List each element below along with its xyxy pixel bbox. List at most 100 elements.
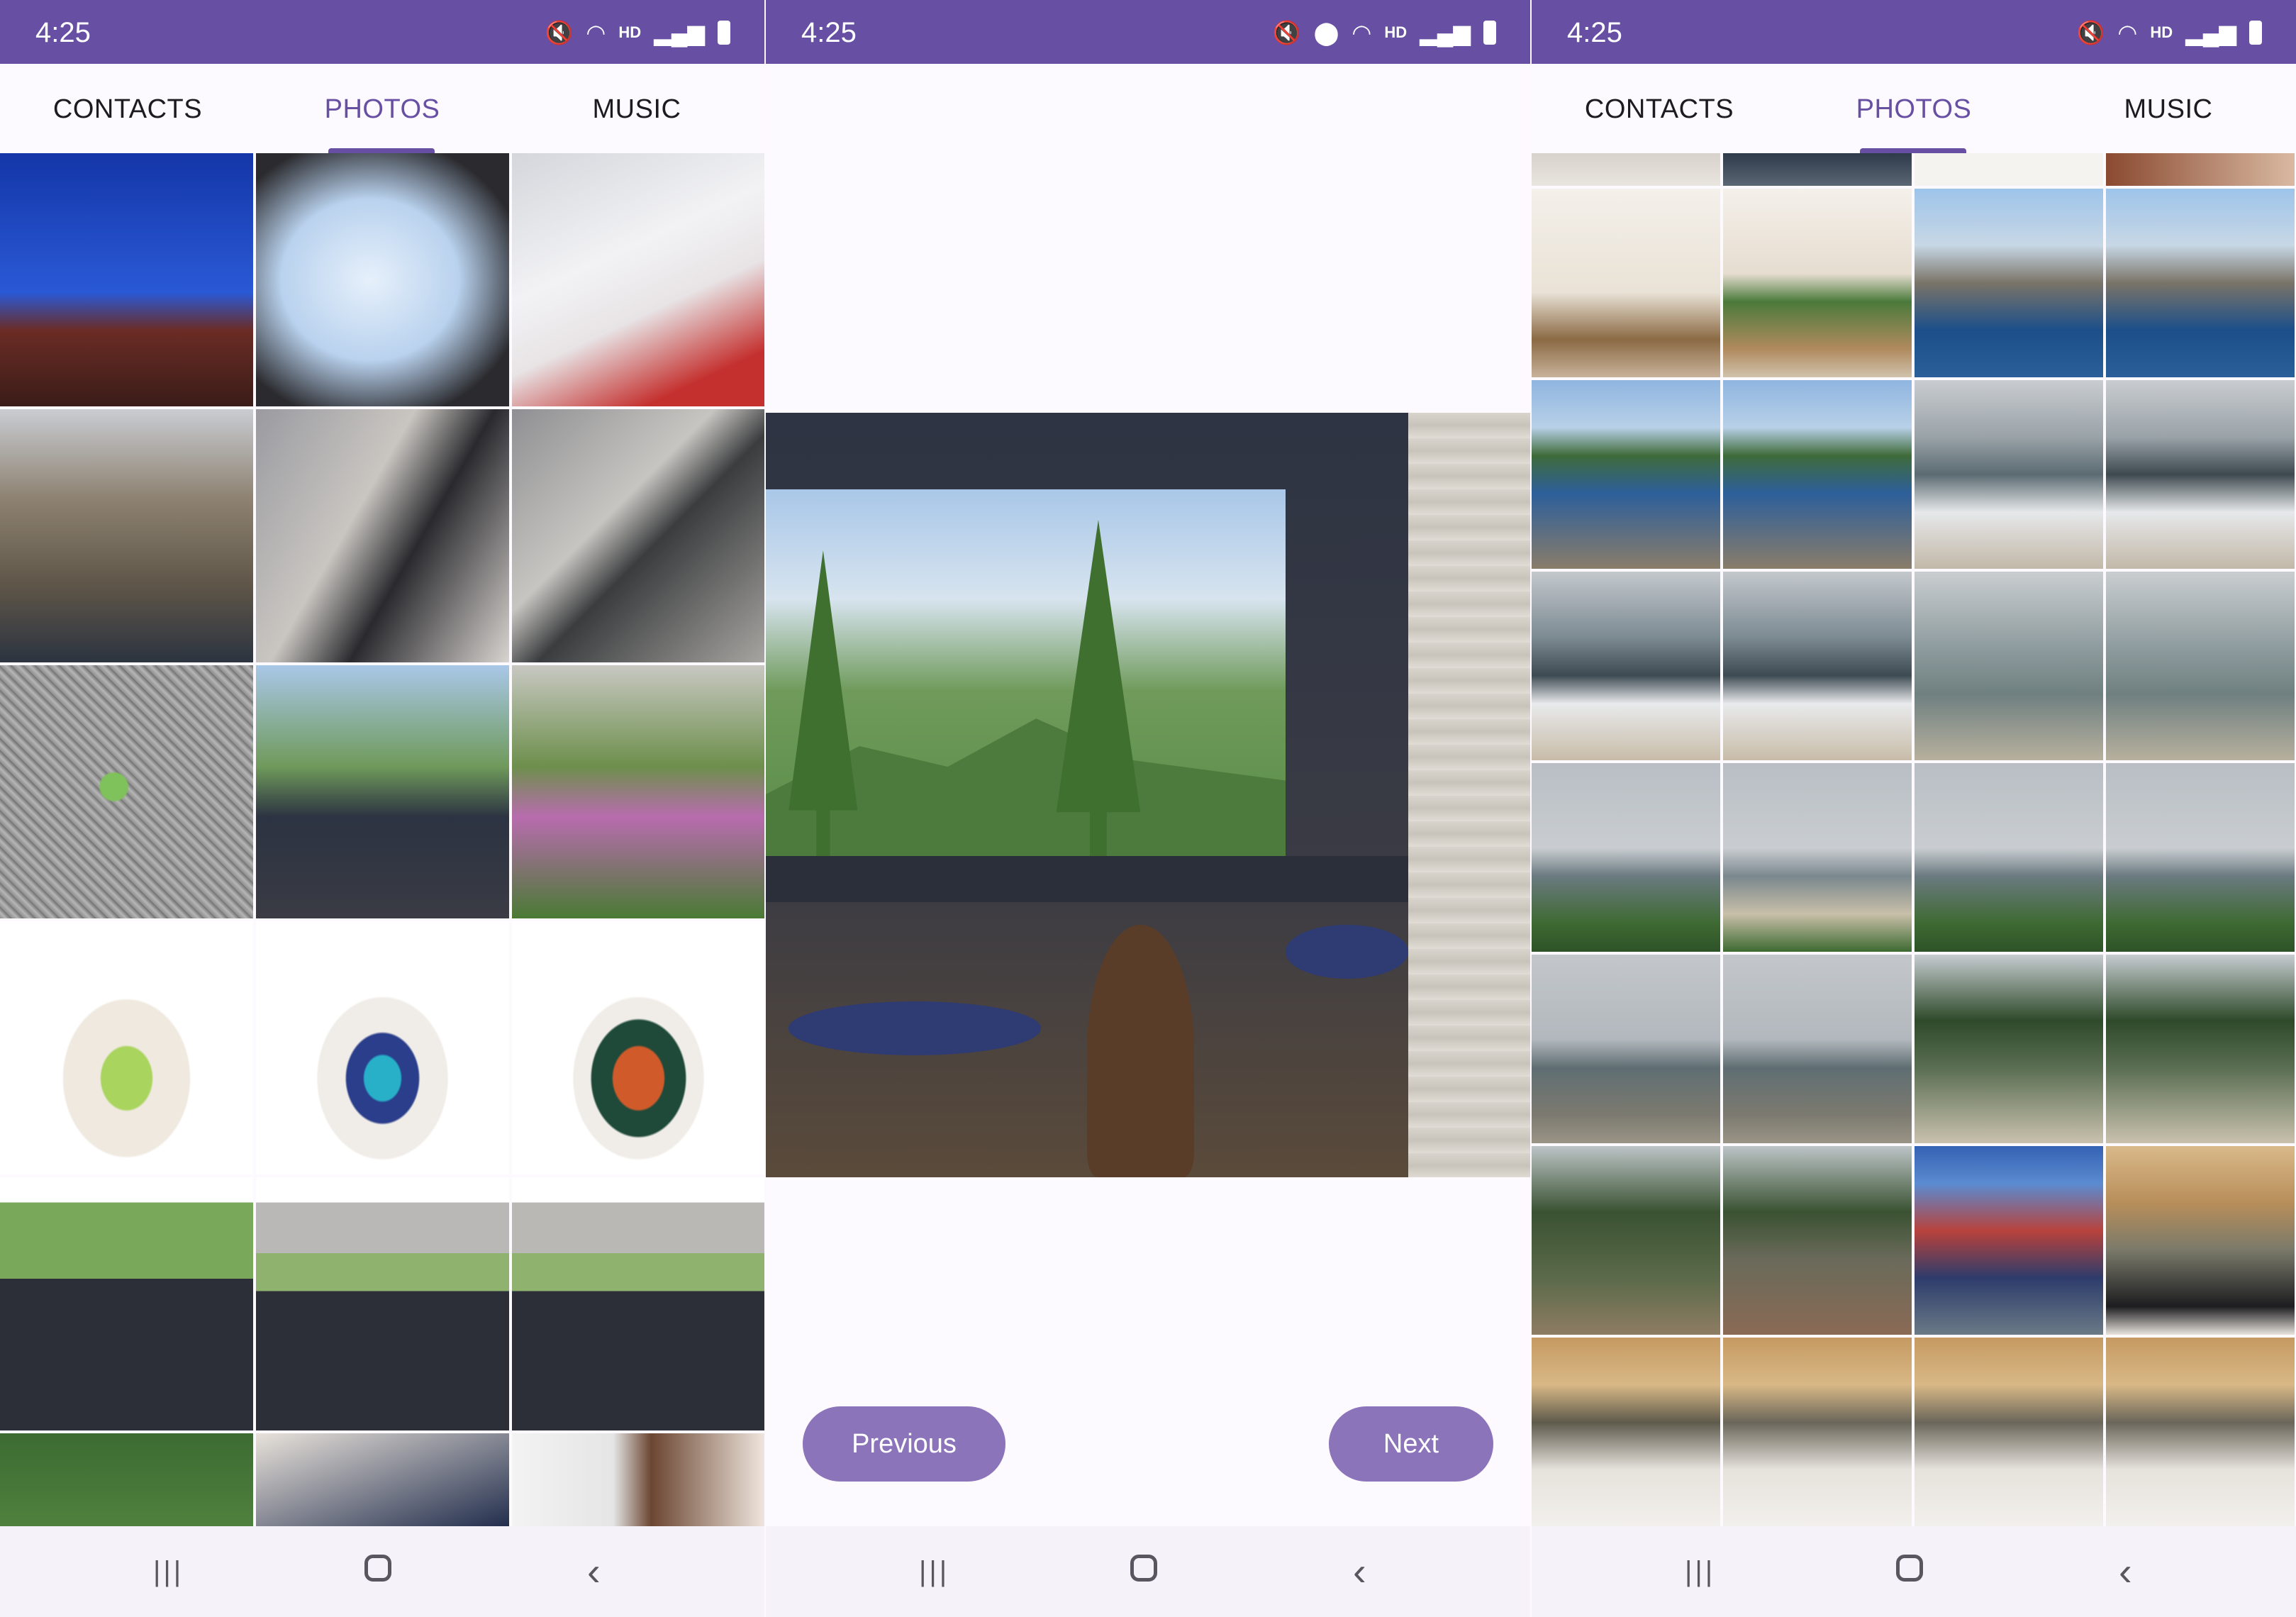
signal-icon: ▂▄▆ [1420, 20, 1471, 45]
textured-pillar [1408, 413, 1530, 1177]
photo-thumbnail[interactable] [1723, 1338, 1912, 1526]
photo-thumbnail[interactable] [1723, 380, 1912, 569]
photo-thumbnail[interactable] [256, 153, 509, 406]
status-time: 4:25 [801, 17, 857, 48]
photo-thumbnail[interactable] [2106, 380, 2295, 569]
mute-icon: 🔇 [2076, 20, 2105, 45]
status-time: 4:25 [1567, 17, 1622, 48]
photo-thumbnail[interactable] [2106, 153, 2295, 186]
photo-thumbnail[interactable] [0, 153, 253, 406]
home-icon[interactable] [364, 1555, 391, 1582]
photo-thumbnail[interactable] [2106, 763, 2295, 952]
photo-thumbnail[interactable] [512, 153, 764, 406]
photo-thumbnail[interactable] [512, 1177, 764, 1430]
photo-thumbnail[interactable] [1532, 763, 1720, 952]
photo-thumbnail[interactable] [2106, 1338, 2295, 1526]
wifi-icon: ◠ [2117, 20, 2138, 45]
photo-grid [1532, 153, 2296, 1526]
back-icon[interactable]: ‹ [587, 1552, 601, 1591]
tab-contacts[interactable]: CONTACTS [0, 64, 255, 153]
home-icon[interactable] [1130, 1555, 1157, 1582]
photo-viewer-image [766, 413, 1530, 1177]
photo-thumbnail[interactable] [1723, 153, 1912, 186]
nav-bar: ||| ‹ [766, 1526, 1530, 1617]
tab-music[interactable]: MUSIC [509, 64, 764, 153]
photo-thumbnail[interactable] [1915, 763, 2103, 952]
photo-thumbnail[interactable] [512, 409, 764, 662]
photo-thumbnail[interactable] [1723, 189, 1912, 377]
photo-thumbnail[interactable] [2106, 1146, 2295, 1335]
photo-thumbnail[interactable] [256, 921, 509, 1174]
previous-button[interactable]: Previous [803, 1406, 1005, 1482]
photo-thumbnail[interactable] [1723, 572, 1912, 760]
photo-thumbnail[interactable] [2106, 189, 2295, 377]
photo-thumbnail[interactable] [1532, 189, 1720, 377]
photo-grid [0, 153, 764, 1617]
photo-thumbnail[interactable] [0, 665, 253, 918]
hd-voice-icon: HD [2150, 23, 2173, 41]
back-icon[interactable]: ‹ [1353, 1552, 1366, 1591]
photo-thumbnail[interactable] [1915, 189, 2103, 377]
recents-icon[interactable]: ||| [1685, 1555, 1715, 1589]
tab-music[interactable]: MUSIC [2041, 64, 2296, 153]
photo-thumbnail[interactable] [512, 665, 764, 918]
photo-thumbnail[interactable] [0, 409, 253, 662]
photo-thumbnail[interactable] [2106, 572, 2295, 760]
phone-photos-grid: 4:25 🔇 ◠ HD ▂▄▆ CONTACTS PHOTOS MUSIC ||… [0, 0, 764, 1617]
photo-thumbnail[interactable] [1915, 153, 2103, 186]
phone-photos-grid-scrolled: 4:25 🔇 ◠ HD ▂▄▆ CONTACTS PHOTOS MUSIC ||… [1532, 0, 2296, 1617]
photo-thumbnail[interactable] [256, 665, 509, 918]
recents-icon[interactable]: ||| [153, 1555, 184, 1589]
photo-thumbnail[interactable] [1532, 380, 1720, 569]
mute-icon: 🔇 [1272, 20, 1301, 45]
tab-photos[interactable]: PHOTOS [255, 64, 510, 153]
photo-thumbnail[interactable] [1915, 572, 2103, 760]
photo-thumbnail[interactable] [512, 921, 764, 1174]
photo-thumbnail[interactable] [256, 1177, 509, 1430]
photo-thumbnail[interactable] [1723, 763, 1912, 952]
nav-bar: ||| ‹ [1532, 1526, 2296, 1617]
photo-thumbnail[interactable] [1532, 572, 1720, 760]
hd-voice-icon: HD [618, 23, 642, 41]
photo-thumbnail[interactable] [0, 1177, 253, 1430]
phone-photo-viewer: 4:25 🔇 ⬤ ◠ HD ▂▄▆ Previous Next ||| ‹ [766, 0, 1530, 1617]
photo-thumbnail[interactable] [1532, 1146, 1720, 1335]
tab-photos-label: PHOTOS [324, 94, 440, 124]
photo-thumbnail[interactable] [256, 409, 509, 662]
photo-thumbnail[interactable] [1723, 955, 1912, 1143]
window-ledge [766, 856, 1454, 902]
tab-indicator [328, 148, 435, 153]
home-icon[interactable] [1896, 1555, 1923, 1582]
nav-bar: ||| ‹ [0, 1526, 764, 1617]
photo-thumbnail[interactable] [1532, 1338, 1720, 1526]
battery-icon [718, 21, 730, 45]
photo-thumbnail[interactable] [1915, 1146, 2103, 1335]
tab-indicator [1860, 148, 1966, 153]
photo-thumbnail[interactable] [1532, 955, 1720, 1143]
tab-bar: CONTACTS PHOTOS MUSIC [1532, 64, 2296, 153]
mute-icon: 🔇 [545, 20, 574, 45]
photo-thumbnail[interactable] [1723, 1146, 1912, 1335]
wooden-chair [1086, 925, 1194, 1177]
photo-thumbnail[interactable] [1532, 153, 1720, 186]
tab-photos[interactable]: PHOTOS [1786, 64, 2041, 153]
battery-icon [1483, 21, 1496, 45]
recents-icon[interactable]: ||| [919, 1555, 949, 1589]
next-button[interactable]: Next [1329, 1406, 1493, 1482]
photo-thumbnail[interactable] [0, 921, 253, 1174]
photo-thumbnail[interactable] [1915, 380, 2103, 569]
wifi-icon: ◠ [586, 20, 606, 45]
seat-cushion [788, 1001, 1042, 1055]
photo-thumbnail[interactable] [2106, 955, 2295, 1143]
photo-thumbnail[interactable] [1915, 1338, 2103, 1526]
status-bar: 4:25 🔇 ◠ HD ▂▄▆ [1532, 0, 2296, 64]
seat-cushion [1286, 925, 1408, 979]
photo-thumbnail[interactable] [1915, 955, 2103, 1143]
location-icon: ⬤ [1313, 20, 1339, 45]
back-icon[interactable]: ‹ [2119, 1552, 2132, 1591]
tab-contacts[interactable]: CONTACTS [1532, 64, 1787, 153]
status-bar: 4:25 🔇 ◠ HD ▂▄▆ [0, 0, 764, 64]
tab-photos-label: PHOTOS [1856, 94, 1972, 124]
status-bar: 4:25 🔇 ⬤ ◠ HD ▂▄▆ [766, 0, 1530, 64]
signal-icon: ▂▄▆ [654, 20, 705, 45]
